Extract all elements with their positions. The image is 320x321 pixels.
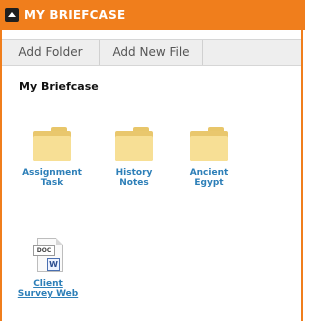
- add-new-file-button[interactable]: Add New File: [100, 40, 203, 65]
- folder-icon: [115, 127, 153, 161]
- folder-item-history-notes[interactable]: History Notes: [98, 127, 170, 188]
- folder-icon: [33, 127, 71, 161]
- toolbar: Add Folder Add New File: [2, 39, 301, 66]
- word-document-icon: DOC W: [33, 238, 63, 272]
- add-folder-button[interactable]: Add Folder: [2, 40, 100, 65]
- folder-item-ancient-egypt[interactable]: Ancient Egypt: [173, 127, 245, 188]
- folder-label: Assignment Task: [22, 168, 82, 188]
- panel-header: MY BRIEFCASE: [0, 0, 305, 30]
- file-link[interactable]: Client Survey Web: [12, 279, 84, 299]
- file-item-client-survey-web[interactable]: DOC W Client Survey Web: [12, 238, 84, 299]
- folder-item-assignment-task[interactable]: Assignment Task: [16, 127, 88, 188]
- section-title: My Briefcase: [19, 80, 99, 93]
- eject-icon[interactable]: [5, 8, 19, 22]
- panel-title: MY BRIEFCASE: [24, 8, 126, 22]
- folder-label: Ancient Egypt: [189, 168, 229, 188]
- folder-label: History Notes: [115, 168, 153, 188]
- folder-icon: [190, 127, 228, 161]
